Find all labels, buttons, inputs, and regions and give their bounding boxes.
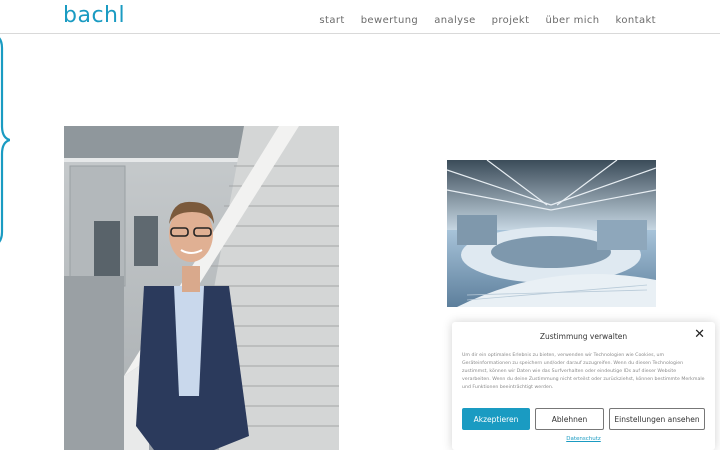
nav-link-projekt[interactable]: projekt	[492, 15, 530, 26]
main-nav: start bewertung analyse projekt über mic…	[319, 15, 656, 26]
portrait-illustration	[64, 126, 339, 450]
view-settings-button[interactable]: Einstellungen ansehen	[609, 408, 705, 430]
consent-description: Um dir ein optimales Erlebnis zu bieten,…	[462, 353, 705, 391]
close-icon[interactable]: ✕	[694, 328, 705, 341]
nav-link-start[interactable]: start	[319, 15, 344, 26]
consent-title: Zustimmung verwalten	[539, 332, 628, 341]
nav-link-analyse[interactable]: analyse	[434, 15, 475, 26]
nav-link-bewertung[interactable]: bewertung	[361, 15, 419, 26]
cookie-consent-dialog: Zustimmung verwalten ✕ Um dir ein optima…	[452, 322, 715, 450]
nav-link-ueber-mich[interactable]: über mich	[545, 15, 599, 26]
site-logo[interactable]: bachl	[63, 3, 125, 28]
site-header: bachl start bewertung analyse projekt üb…	[0, 0, 720, 34]
portrait-photo	[64, 126, 339, 450]
reject-button[interactable]: Ablehnen	[535, 408, 604, 430]
privacy-link[interactable]: Datenschutz	[452, 436, 715, 442]
factory-illustration	[447, 160, 656, 307]
decorative-brace	[0, 37, 10, 243]
factory-photo	[447, 160, 656, 307]
accept-button[interactable]: Akzeptieren	[462, 408, 530, 430]
nav-link-kontakt[interactable]: kontakt	[616, 15, 656, 26]
